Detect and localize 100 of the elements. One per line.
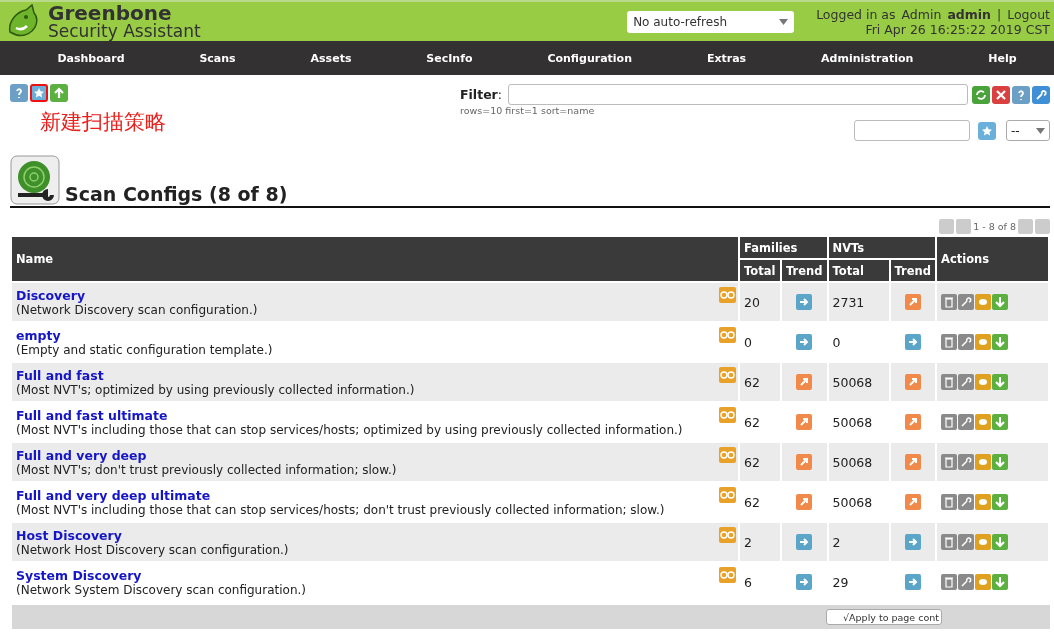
config-comment: (Network Discovery scan configuration.)	[16, 302, 259, 317]
glasses-icon[interactable]	[719, 487, 737, 503]
trend-up-icon	[796, 414, 813, 430]
column-header: Trend	[890, 260, 935, 281]
config-comment: (Most NVT's; don't trust previously collected information; slow.)	[16, 462, 398, 477]
config-name-link[interactable]: Full and fast ultimate	[16, 407, 168, 423]
table-cell-text: 2731	[831, 293, 866, 312]
download-icon[interactable]	[992, 334, 1008, 350]
table-cell-text: 62	[743, 413, 761, 432]
table-cell-text: 29	[831, 573, 850, 592]
close-icon[interactable]	[992, 85, 1010, 104]
logout-link[interactable]: Logout	[1007, 6, 1050, 22]
user-name: admin	[947, 6, 991, 22]
trend-right-icon	[796, 294, 813, 310]
nav-item[interactable]: SecInfo	[426, 51, 473, 65]
trash-icon[interactable]	[941, 374, 957, 390]
nav-item[interactable]: Assets	[310, 51, 352, 65]
trash-icon[interactable]	[941, 574, 957, 590]
config-name-link[interactable]: Discovery	[16, 287, 86, 303]
download-icon[interactable]	[992, 454, 1008, 470]
trend-up-icon	[796, 494, 813, 510]
column-header: Trend	[782, 260, 827, 281]
previous-page-icon[interactable]	[956, 218, 972, 234]
config-comment: (Network System Discovery scan configuration.)	[16, 582, 307, 597]
filter-label: Filter:	[460, 87, 502, 102]
table-cell-text: 20	[743, 293, 761, 312]
trash-icon[interactable]	[941, 334, 957, 350]
glasses-icon[interactable]	[719, 367, 737, 383]
trash-icon[interactable]	[941, 294, 957, 310]
glasses-icon[interactable]	[719, 527, 737, 543]
glasses-icon[interactable]	[719, 567, 737, 583]
trend-up-icon	[796, 454, 813, 470]
trend-right-icon	[904, 334, 921, 350]
config-comment: (Empty and static configuration template.)	[16, 342, 274, 357]
filter-input[interactable]	[508, 84, 968, 105]
upload-icon[interactable]	[50, 84, 68, 102]
glasses-icon[interactable]	[719, 287, 737, 303]
trend-up-icon	[904, 454, 921, 470]
trash-icon[interactable]	[941, 454, 957, 470]
table-cell-text: 2	[831, 533, 842, 552]
first-page-icon[interactable]	[939, 218, 955, 234]
trend-up-icon	[904, 294, 921, 310]
download-icon[interactable]	[992, 374, 1008, 390]
nav-item[interactable]: Administration	[821, 51, 914, 65]
config-name-link[interactable]: Full and very deep ultimate	[16, 487, 211, 503]
download-icon[interactable]	[992, 494, 1008, 510]
table-cell-text: 0	[743, 333, 753, 352]
trend-up-icon	[904, 374, 921, 390]
download-icon[interactable]	[992, 534, 1008, 550]
table-cell-text: 50068	[831, 373, 874, 392]
glasses-icon[interactable]	[719, 327, 737, 343]
config-name-link[interactable]: Host Discovery	[16, 527, 122, 543]
download-icon[interactable]	[992, 414, 1008, 430]
apply-button[interactable]: √Apply to page cont	[826, 609, 942, 625]
trend-right-icon	[796, 534, 813, 550]
help-icon[interactable]	[1012, 85, 1030, 104]
config-comment: (Most NVT's; optimized by using previously collected information.)	[16, 382, 416, 397]
config-name-link[interactable]: empty	[16, 327, 61, 343]
config-name-link[interactable]: Full and fast	[16, 367, 104, 383]
column-header: Total	[828, 260, 889, 281]
download-icon[interactable]	[992, 294, 1008, 310]
config-name-link[interactable]: Full and very deep	[16, 447, 147, 463]
datetime: Fri Apr 26 16:25:22 2019 CST	[865, 21, 1050, 37]
table-cell-text: 62	[743, 493, 761, 512]
nav-item[interactable]: Extras	[706, 51, 747, 65]
trash-icon[interactable]	[941, 414, 957, 430]
config-name-link[interactable]: System Discovery	[16, 567, 142, 583]
nav-item[interactable]: Configuration	[547, 51, 632, 65]
filter-name-input[interactable]	[854, 120, 970, 141]
table-cell-text: 0	[831, 333, 842, 352]
table-cell-text: 50068	[831, 413, 874, 432]
refresh-icon[interactable]	[972, 85, 990, 104]
brand-subtitle: Security Assistant	[48, 21, 201, 40]
table-cell-text: 6	[743, 573, 753, 592]
table-cell-text: 50068	[831, 453, 874, 472]
table-cell-text: 2	[743, 533, 753, 552]
trend-right-icon	[796, 574, 813, 590]
column-header: Name	[12, 237, 739, 281]
help-icon[interactable]	[10, 84, 28, 102]
last-page-icon[interactable]	[1035, 218, 1050, 234]
nav-item[interactable]: Help	[988, 51, 1017, 65]
filter-summary: rows=10 first=1 sort=name	[460, 105, 595, 116]
page-title: Scan Configs (8 of 8)	[65, 183, 288, 205]
config-comment: (Network Host Discovery scan configuration.)	[16, 542, 290, 557]
config-comment: (Most NVT's including those that can stop services/hosts; optimized by using previously collected information.)	[16, 422, 684, 437]
nav-item[interactable]: Scans	[199, 51, 236, 65]
nav-item[interactable]: Dashboard	[57, 51, 125, 65]
trash-icon[interactable]	[941, 494, 957, 510]
glasses-icon[interactable]	[719, 447, 737, 463]
table-cell-text: 62	[743, 453, 761, 472]
filter-select[interactable]: --	[1006, 120, 1050, 141]
config-comment: (Most NVT's including those that can stop services/hosts; don't trust previously collected information; slow.)	[16, 502, 666, 517]
trash-icon[interactable]	[941, 534, 957, 550]
column-header: Total	[740, 260, 781, 281]
refresh-select[interactable]: No auto-refresh	[627, 10, 795, 33]
annotation-text: 新建扫描策略	[40, 109, 166, 136]
download-icon[interactable]	[992, 574, 1008, 590]
column-header: NVTs	[828, 237, 935, 258]
next-page-icon[interactable]	[1018, 218, 1033, 234]
glasses-icon[interactable]	[719, 407, 737, 423]
